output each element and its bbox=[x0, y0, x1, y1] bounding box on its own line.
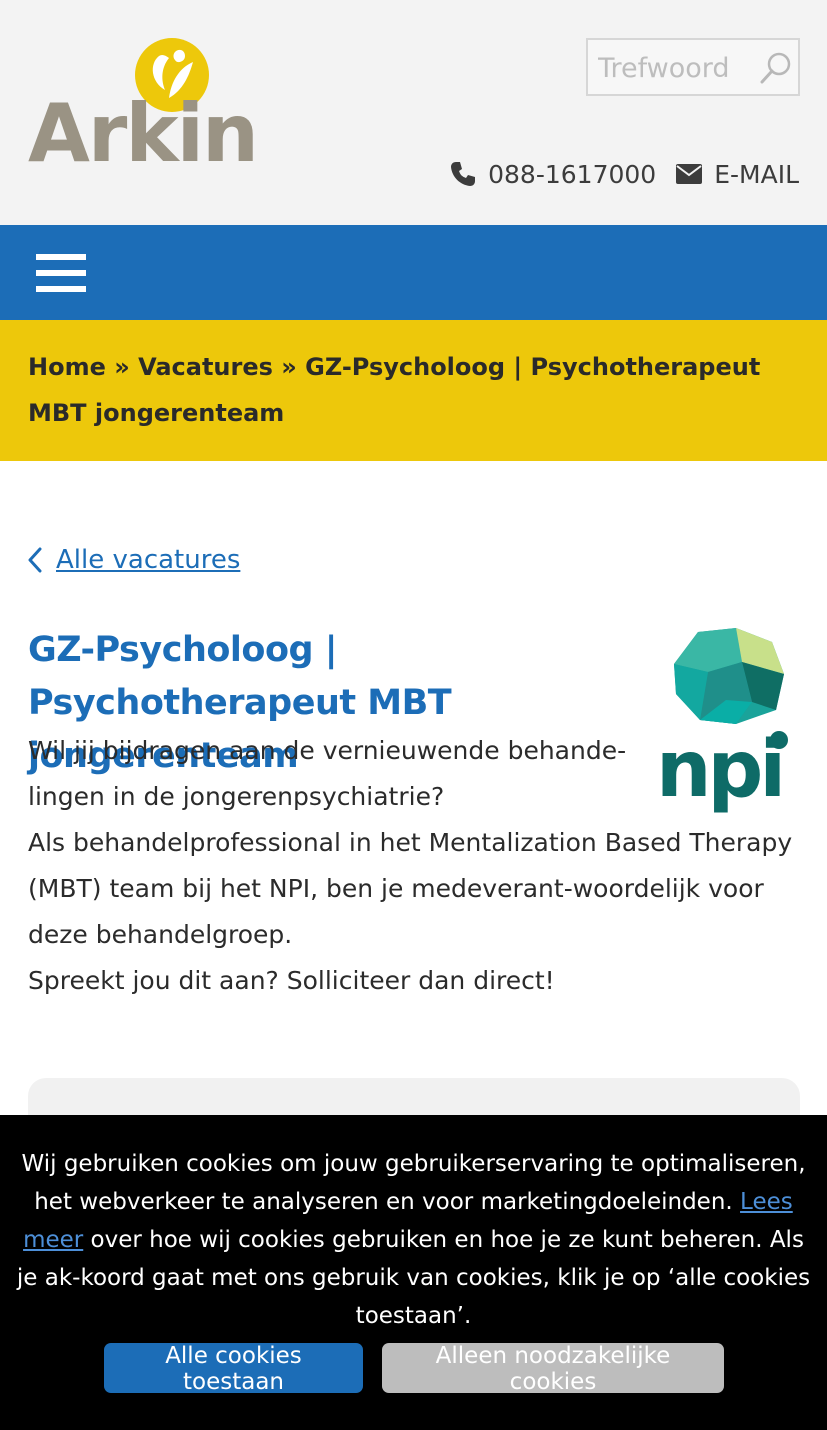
cookie-banner: Wij gebruiken cookies om jouw gebruikers… bbox=[0, 1115, 827, 1430]
phone-icon bbox=[451, 162, 476, 186]
search-icon[interactable] bbox=[758, 50, 794, 86]
phone-link[interactable]: 088-1617000 bbox=[450, 160, 656, 189]
site-header: Arkin 088-1617000 E-MAIL bbox=[0, 0, 827, 225]
cookie-text-before: Wij gebruiken cookies om jouw gebruikers… bbox=[21, 1151, 806, 1215]
cookie-message: Wij gebruiken cookies om jouw gebruikers… bbox=[16, 1145, 811, 1335]
chevron-left-icon bbox=[28, 547, 42, 573]
main-navbar bbox=[0, 225, 827, 320]
contact-bar: 088-1617000 E-MAIL bbox=[450, 156, 799, 192]
breadcrumb-home[interactable]: Home bbox=[28, 353, 106, 381]
phone-number: 088-1617000 bbox=[488, 159, 657, 189]
necessary-cookies-button[interactable]: Alleen noodzakelijke cookies bbox=[382, 1343, 724, 1395]
accept-all-cookies-button[interactable]: Alle cookies toestaan bbox=[104, 1343, 363, 1395]
email-link[interactable]: E-MAIL bbox=[676, 160, 799, 189]
back-to-vacatures[interactable]: Alle vacatures bbox=[28, 540, 240, 580]
hamburger-menu-icon[interactable] bbox=[36, 254, 86, 292]
breadcrumb-vacatures[interactable]: Vacatures bbox=[138, 353, 273, 381]
breadcrumb-separator: » bbox=[105, 353, 139, 381]
cookie-text-after: over hoe wij cookies gebruiken en hoe je… bbox=[16, 1227, 811, 1329]
breadcrumb-separator: » bbox=[272, 353, 306, 381]
breadcrumb: Home » Vacatures » GZ-Psycholoog | Psych… bbox=[0, 320, 827, 461]
arkin-logo[interactable]: Arkin bbox=[28, 36, 259, 176]
intro-paragraph-2: Als behandelprofessional in het Mentaliz… bbox=[28, 828, 793, 949]
back-link[interactable]: Alle vacatures bbox=[56, 545, 240, 575]
search-box bbox=[586, 38, 800, 96]
intro-paragraph-1: Wil jij bijdragen aan de vernieuwende be… bbox=[28, 736, 627, 811]
search-input[interactable] bbox=[598, 48, 758, 88]
envelope-icon bbox=[676, 164, 703, 184]
logo-wordmark: Arkin bbox=[28, 87, 259, 180]
email-label: E-MAIL bbox=[714, 159, 799, 189]
job-intro: Wil jij bijdragen aan de vernieuwende be… bbox=[28, 728, 803, 1004]
intro-paragraph-3: Spreekt jou dit aan? Solliciteer dan dir… bbox=[28, 966, 555, 995]
